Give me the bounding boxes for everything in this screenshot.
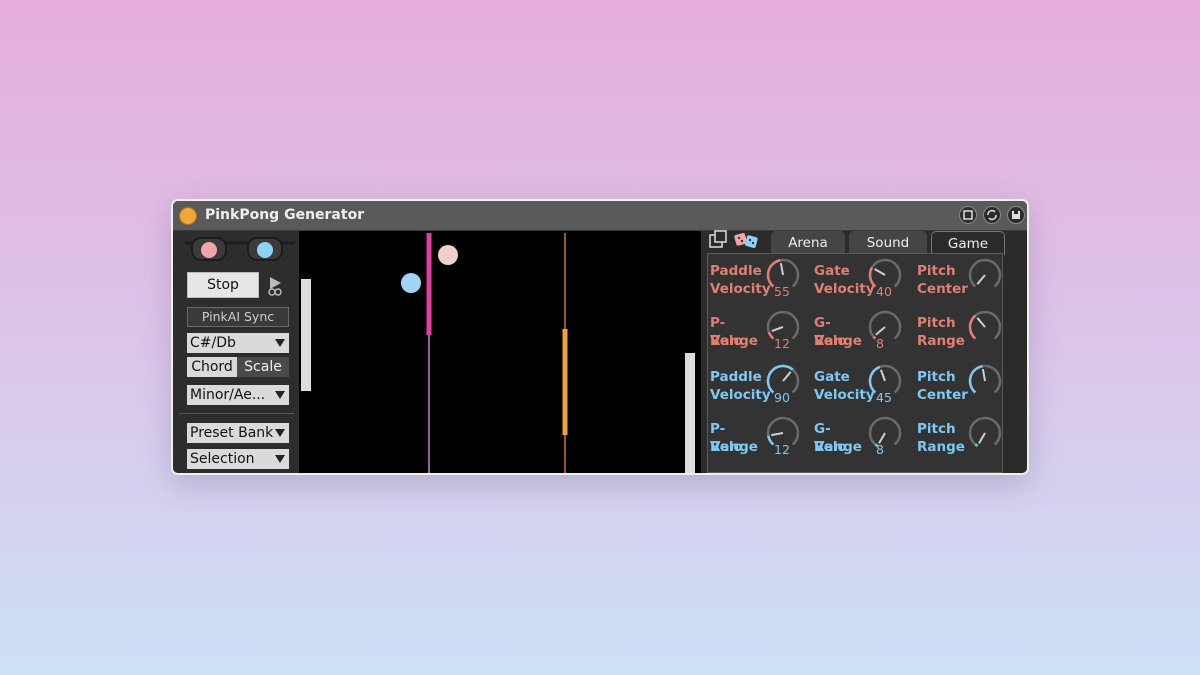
- param-label: Center: [917, 281, 968, 297]
- param-label: Paddle: [710, 263, 762, 279]
- selection-label: Selection: [190, 451, 255, 467]
- stop-button[interactable]: Stop: [187, 272, 259, 298]
- param-label: Velocity: [710, 281, 771, 297]
- knob-dial[interactable]: [764, 362, 802, 400]
- game-params-panel: Paddle Velocity 55 Gate Velocity 40 Pitch Cente…: [707, 253, 1003, 473]
- knob-dial[interactable]: [866, 414, 904, 452]
- mode-dropdown[interactable]: Minor/Ae...: [187, 385, 289, 405]
- chevron-down-icon: [275, 429, 285, 437]
- param-label: Gate: [814, 369, 850, 385]
- refresh-icon[interactable]: [983, 206, 1001, 224]
- window-icon[interactable]: [707, 229, 729, 251]
- pong-arena[interactable]: [299, 231, 701, 473]
- param-label: Paddle: [710, 369, 762, 385]
- divider: [179, 413, 294, 414]
- knob-dial[interactable]: [966, 414, 1004, 452]
- param-label: Velocity: [710, 387, 771, 403]
- knob-dial[interactable]: [966, 362, 1004, 400]
- param-label: Range: [917, 439, 965, 455]
- preset-bank-label: Preset Bank: [190, 425, 274, 441]
- param-label: Range: [917, 333, 965, 349]
- param-label: Pitch: [917, 263, 956, 279]
- ball-pink: [438, 245, 458, 265]
- scale-button[interactable]: Scale: [237, 357, 289, 377]
- plugin-window: PinkPong Generator Stop PinkAI Sync C#/D…: [171, 199, 1029, 475]
- knob-dial[interactable]: [966, 308, 1004, 346]
- chord-scale-toggle: Chord Scale: [187, 357, 289, 377]
- param-label: Pitch: [917, 369, 956, 385]
- selection-dropdown[interactable]: Selection: [187, 449, 289, 469]
- ball-blue: [401, 273, 421, 293]
- key-value: C#/Db: [190, 335, 236, 351]
- param-label: Pitch: [917, 315, 956, 331]
- device-toggle[interactable]: [179, 207, 197, 225]
- hotswap-icon[interactable]: [959, 206, 977, 224]
- knob-dial[interactable]: [764, 308, 802, 346]
- title-bar: PinkPong Generator: [173, 201, 1027, 231]
- chevron-down-icon: [275, 339, 285, 347]
- right-paddle[interactable]: [685, 353, 695, 473]
- left-panel: Stop PinkAI Sync C#/Db Chord Scale Minor…: [173, 231, 299, 473]
- param-label: Range: [710, 439, 758, 455]
- param-label: Gate: [814, 263, 850, 279]
- key-dropdown[interactable]: C#/Db: [187, 333, 289, 353]
- dice-icon[interactable]: [733, 229, 761, 251]
- tab-sound[interactable]: Sound: [849, 231, 927, 255]
- knob-dial[interactable]: [866, 362, 904, 400]
- right-panel: Arena Sound Game Paddle Velocity 55 Gate Vel…: [701, 229, 1027, 473]
- chevron-down-icon: [275, 455, 285, 463]
- knob-dial[interactable]: [866, 256, 904, 294]
- knob-dial[interactable]: [764, 414, 802, 452]
- mode-value: Minor/Ae...: [190, 387, 266, 403]
- param-label: Range: [814, 439, 862, 455]
- pink-lens-icon: [201, 242, 217, 258]
- device-title: PinkPong Generator: [205, 207, 365, 223]
- 3d-glasses-icon[interactable]: [185, 237, 295, 263]
- knob-dial[interactable]: [764, 256, 802, 294]
- blue-lens-icon: [257, 242, 273, 258]
- gate-orange[interactable]: [562, 329, 568, 435]
- param-label: Range: [814, 333, 862, 349]
- knob-dial[interactable]: [966, 256, 1004, 294]
- knob-dial[interactable]: [866, 308, 904, 346]
- tab-game[interactable]: Game: [931, 231, 1005, 255]
- save-icon[interactable]: [1007, 206, 1025, 224]
- param-label: Range: [710, 333, 758, 349]
- gate-pink[interactable]: [426, 233, 432, 335]
- left-paddle[interactable]: [301, 279, 311, 391]
- chevron-down-icon: [275, 391, 285, 399]
- preset-bank-dropdown[interactable]: Preset Bank: [187, 423, 289, 443]
- loop-play-icon[interactable]: [265, 275, 287, 297]
- param-label: Pitch: [917, 421, 956, 437]
- chord-button[interactable]: Chord: [187, 357, 237, 377]
- tab-arena[interactable]: Arena: [771, 231, 845, 255]
- pinkai-sync-button[interactable]: PinkAI Sync: [187, 307, 289, 327]
- param-label: Center: [917, 387, 968, 403]
